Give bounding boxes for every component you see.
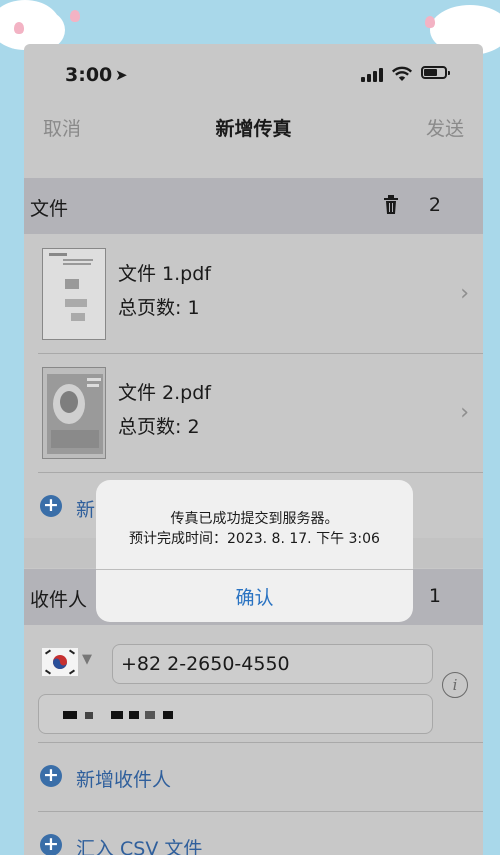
phone-screen: 3:00 ➤ 取消 新增传真 发送 文件 2 文件 1.pdf 总页数: 1 ›… bbox=[24, 44, 483, 855]
alert-message: 预计完成时间：2023. 8. 17. 下午 3:06 bbox=[129, 531, 380, 547]
redacted-text bbox=[129, 711, 139, 719]
navigation-bar: 取消 新增传真 发送 bbox=[24, 104, 483, 148]
confirm-button[interactable]: 确认 bbox=[96, 583, 413, 610]
files-count: 2 bbox=[428, 194, 441, 216]
info-icon[interactable]: i bbox=[442, 672, 468, 698]
files-section-header: 文件 2 bbox=[24, 178, 483, 234]
redacted-text bbox=[163, 711, 173, 719]
cellular-signal-icon bbox=[361, 68, 385, 82]
location-arrow-icon: ➤ bbox=[115, 66, 128, 84]
heart-decoration bbox=[425, 16, 435, 28]
send-button[interactable]: 发送 bbox=[426, 114, 464, 141]
add-file-link: 新 bbox=[76, 499, 96, 521]
divider bbox=[96, 569, 413, 570]
file-row[interactable]: 文件 2.pdf 总页数: 2 › bbox=[24, 354, 483, 472]
chevron-right-icon: › bbox=[460, 400, 469, 425]
file-name: 文件 1.pdf bbox=[118, 263, 211, 285]
redacted-text bbox=[63, 711, 77, 719]
battery-icon bbox=[421, 66, 450, 79]
heart-decoration bbox=[70, 10, 80, 22]
add-recipient-row[interactable]: + 新增收件人 bbox=[24, 743, 483, 811]
import-csv-row[interactable]: + 汇入 CSV 文件 bbox=[24, 812, 483, 855]
recipients-section-label: 收件人 bbox=[30, 589, 88, 611]
chevron-down-icon[interactable]: ▼ bbox=[82, 652, 92, 667]
phone-number-field[interactable]: +82 2-2650-4550 bbox=[112, 644, 433, 684]
heart-decoration bbox=[14, 22, 24, 34]
page-title: 新增传真 bbox=[215, 118, 292, 140]
add-icon: + bbox=[40, 765, 62, 787]
files-section-label: 文件 bbox=[30, 198, 69, 220]
add-recipient-link: 新增收件人 bbox=[76, 769, 172, 791]
wifi-icon bbox=[391, 66, 413, 81]
file-page-count: 总页数: 1 bbox=[118, 297, 200, 319]
success-alert-dialog: 传真已成功提交到服务器。 预计完成时间：2023. 8. 17. 下午 3:06… bbox=[96, 480, 413, 622]
file-row[interactable]: 文件 1.pdf 总页数: 1 › bbox=[24, 235, 483, 353]
status-time: 3:00 bbox=[65, 64, 113, 86]
alert-title: 传真已成功提交到服务器。 bbox=[170, 511, 339, 527]
pdf-thumbnail bbox=[42, 367, 106, 459]
add-icon: + bbox=[40, 495, 62, 517]
recipient-name-field[interactable] bbox=[38, 694, 433, 734]
recipients-count: 1 bbox=[428, 585, 441, 607]
south-korea-flag-icon[interactable] bbox=[40, 646, 80, 678]
recipient-row: ▼ +82 2-2650-4550 bbox=[24, 626, 483, 742]
pdf-thumbnail bbox=[42, 248, 106, 340]
chevron-right-icon: › bbox=[460, 281, 469, 306]
redacted-text bbox=[111, 711, 123, 719]
add-icon: + bbox=[40, 834, 62, 855]
phone-number-value: +82 2-2650-4550 bbox=[121, 653, 290, 675]
status-bar: 3:00 ➤ bbox=[24, 44, 483, 104]
import-csv-link: 汇入 CSV 文件 bbox=[76, 838, 203, 855]
file-page-count: 总页数: 2 bbox=[118, 416, 200, 438]
redacted-text bbox=[85, 712, 93, 719]
file-name: 文件 2.pdf bbox=[118, 382, 211, 404]
trash-icon[interactable] bbox=[384, 194, 398, 216]
redacted-text bbox=[145, 711, 155, 719]
